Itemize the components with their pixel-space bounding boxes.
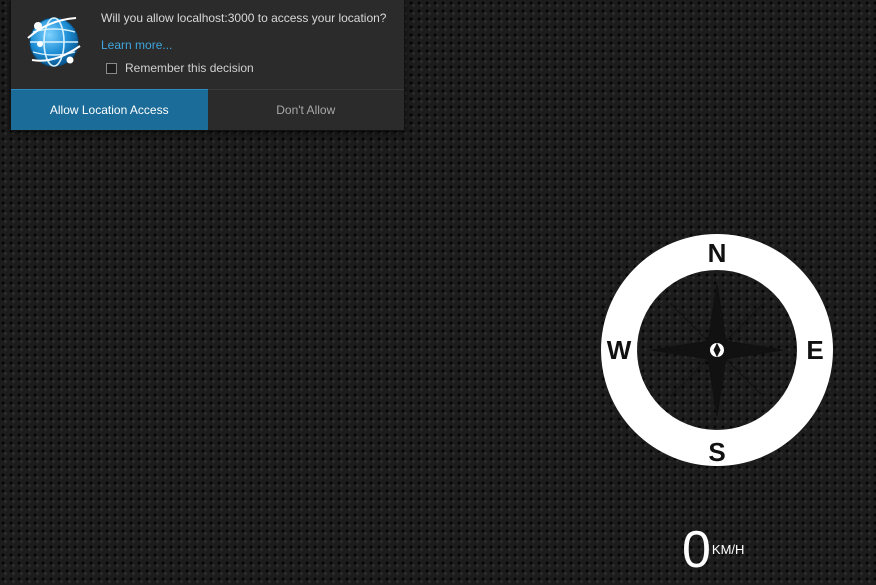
compass-east-label: E [806,335,823,365]
popup-buttons: Allow Location Access Don't Allow [11,89,404,130]
speed-value: 0 [682,521,711,579]
globe-location-icon [27,17,81,67]
learn-more-link[interactable]: Learn more... [101,38,172,52]
compass-west-label: W [607,335,632,365]
compass-rose-icon [650,283,784,417]
compass-south-label: S [708,437,725,467]
speed-readout: 0 KM/H [682,520,744,580]
compass-north-label: N [708,238,727,268]
dont-allow-button[interactable]: Don't Allow [207,89,404,130]
allow-location-button[interactable]: Allow Location Access [11,89,208,130]
page: { "popup": { "question": "Will you allow… [0,0,876,585]
permission-question: Will you allow localhost:3000 to access … [101,11,387,25]
remember-decision-checkbox[interactable]: Remember this decision [106,60,254,76]
speed-unit: KM/H [711,542,745,557]
compass: N S W E [601,234,833,467]
location-permission-popup: Will you allow localhost:3000 to access … [10,0,405,131]
checkbox-box[interactable] [106,62,117,74]
remember-decision-label: Remember this decision [125,61,254,75]
